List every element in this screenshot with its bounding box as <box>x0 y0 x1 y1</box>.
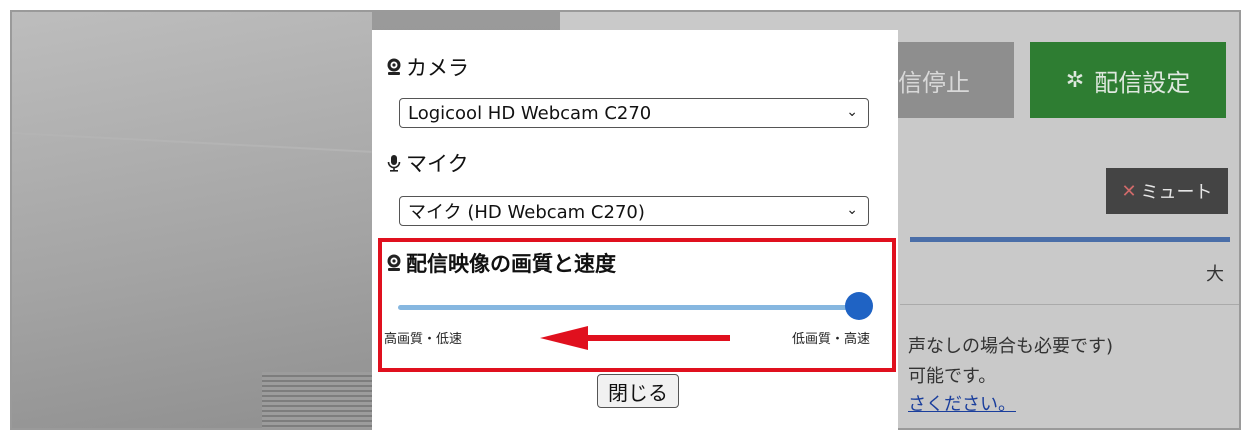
highlight-box <box>378 238 896 372</box>
preview-wall <box>12 12 372 428</box>
settings-dialog: カメラ Logicool HD Webcam C270 ⌄ マイク マイク (H… <box>372 30 898 434</box>
mic-select-value: マイク (HD Webcam C270) <box>408 202 645 223</box>
mute-button[interactable]: ✕ ミュート <box>1106 168 1228 214</box>
volume-bar[interactable] <box>910 237 1230 242</box>
mute-label: ミュート <box>1140 182 1213 203</box>
mic-select[interactable]: マイク (HD Webcam C270) ⌄ <box>399 196 869 226</box>
notice-link[interactable]: さください。 <box>908 390 1016 416</box>
chevron-down-icon: ⌄ <box>846 104 858 120</box>
microphone-icon <box>387 155 401 172</box>
stop-streaming-button[interactable]: 信停止 <box>880 42 1014 118</box>
webcam-icon <box>387 58 401 75</box>
stream-settings-button[interactable]: ✲ 配信設定 <box>1030 42 1226 118</box>
camera-label: カメラ <box>406 56 469 80</box>
camera-select-value: Logicool HD Webcam C270 <box>408 102 652 124</box>
notice-line-2: 可能です。 <box>908 366 997 387</box>
close-button[interactable]: 閉じる <box>597 374 679 408</box>
preview-window-blind <box>262 372 382 428</box>
mic-label: マイク <box>406 152 469 176</box>
close-button-label: 閉じる <box>608 380 668 405</box>
stream-settings-label: 配信設定 <box>1094 68 1191 97</box>
divider <box>900 304 1239 305</box>
mic-heading: マイク <box>386 148 469 178</box>
volume-large-label: 大 <box>1206 264 1224 285</box>
chevron-down-icon: ⌄ <box>846 202 858 218</box>
gear-icon: ✲ <box>1065 67 1085 93</box>
notice-line-1: 声なしの場合も必要です) <box>908 336 1114 357</box>
stop-streaming-label: 信停止 <box>898 68 970 97</box>
mute-icon: ✕ <box>1121 180 1137 202</box>
camera-select[interactable]: Logicool HD Webcam C270 ⌄ <box>399 98 869 128</box>
camera-heading: カメラ <box>386 52 469 82</box>
